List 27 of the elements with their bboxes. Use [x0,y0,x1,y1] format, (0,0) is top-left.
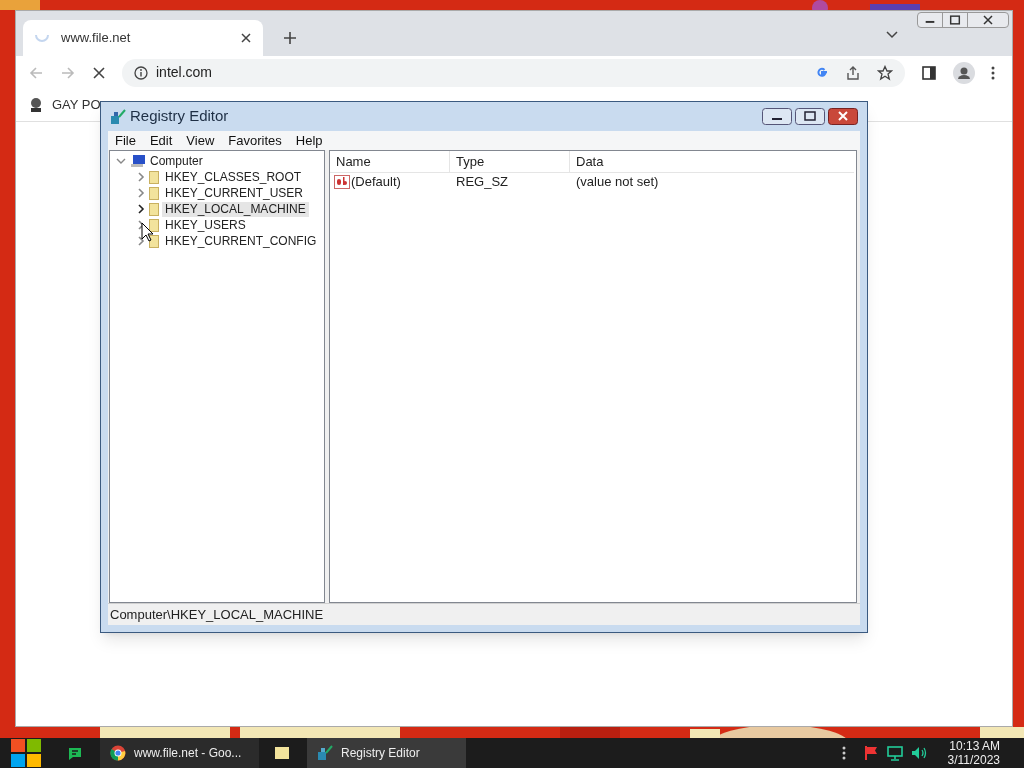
menu-item[interactable]: Help [295,130,323,151]
tree-item[interactable]: HKEY_CLASSES_ROOT [162,169,305,185]
tree-item[interactable]: HKEY_CURRENT_USER [162,185,307,201]
status-text: Computer\HKEY_LOCAL_MACHINE [110,605,324,624]
menu-item[interactable]: Favorites [228,130,282,151]
table-cell-text: (Default) [351,173,401,192]
clock[interactable]: 10:13 AM 3/11/2023 [947,739,1000,767]
table-cell-text: (value not set) [575,173,660,192]
taskbar-button[interactable]: Registry Editor [307,738,466,768]
tree-item[interactable]: HKEY_CURRENT_CONFIG [162,233,320,249]
url-text: intel.com [156,63,214,82]
tree-item[interactable]: HKEY_USERS [162,217,249,233]
browser-tab[interactable]: www.file.net [23,20,263,56]
bookmark[interactable]: GAY PO [28,95,101,115]
window-title: Registry Editor [130,106,229,127]
column-header[interactable]: Type [450,151,570,172]
column-header[interactable]: Name [330,151,450,172]
menu-item[interactable]: View [186,130,215,151]
tree-item[interactable]: HKEY_LOCAL_MACHINE [162,201,309,217]
table-cell-text: REG_SZ [455,173,509,192]
menu-item[interactable]: File [115,130,136,151]
column-header[interactable]: Data [570,151,854,172]
tree-item[interactable]: Computer [150,152,203,170]
address-bar[interactable]: intel.com [122,58,905,87]
taskbar-button[interactable]: www.file.net - Goo... [100,738,259,768]
tab-title: www.file.net [61,29,132,48]
menu-item[interactable]: Edit [149,130,173,151]
